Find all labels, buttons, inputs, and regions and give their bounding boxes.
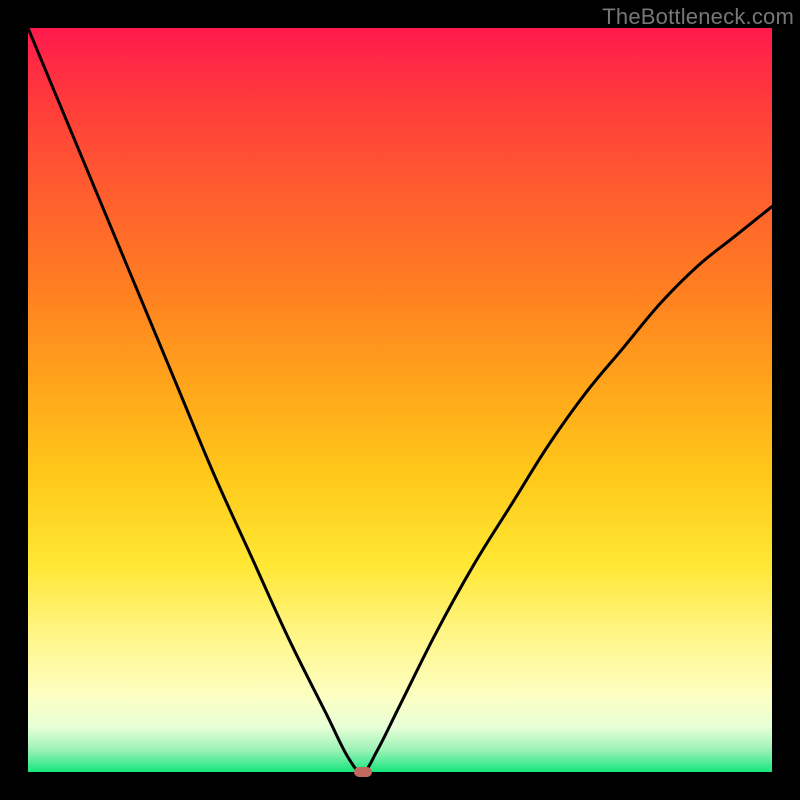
bottleneck-curve: [28, 28, 772, 772]
watermark-text: TheBottleneck.com: [602, 4, 794, 30]
plot-area: [28, 28, 772, 772]
optimum-marker: [354, 767, 372, 777]
outer-frame: TheBottleneck.com: [0, 0, 800, 800]
curve-path: [28, 28, 772, 772]
